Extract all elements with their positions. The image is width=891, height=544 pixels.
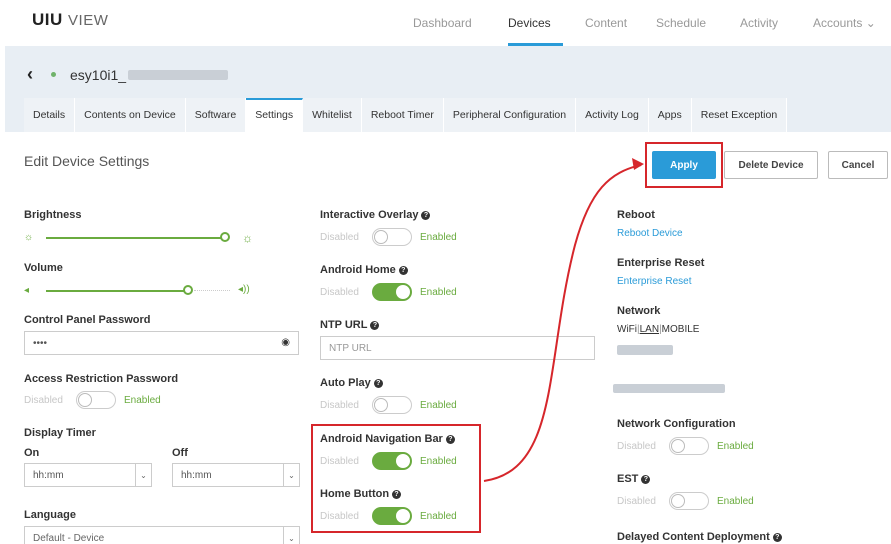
annotation-arrow [483,158,644,482]
